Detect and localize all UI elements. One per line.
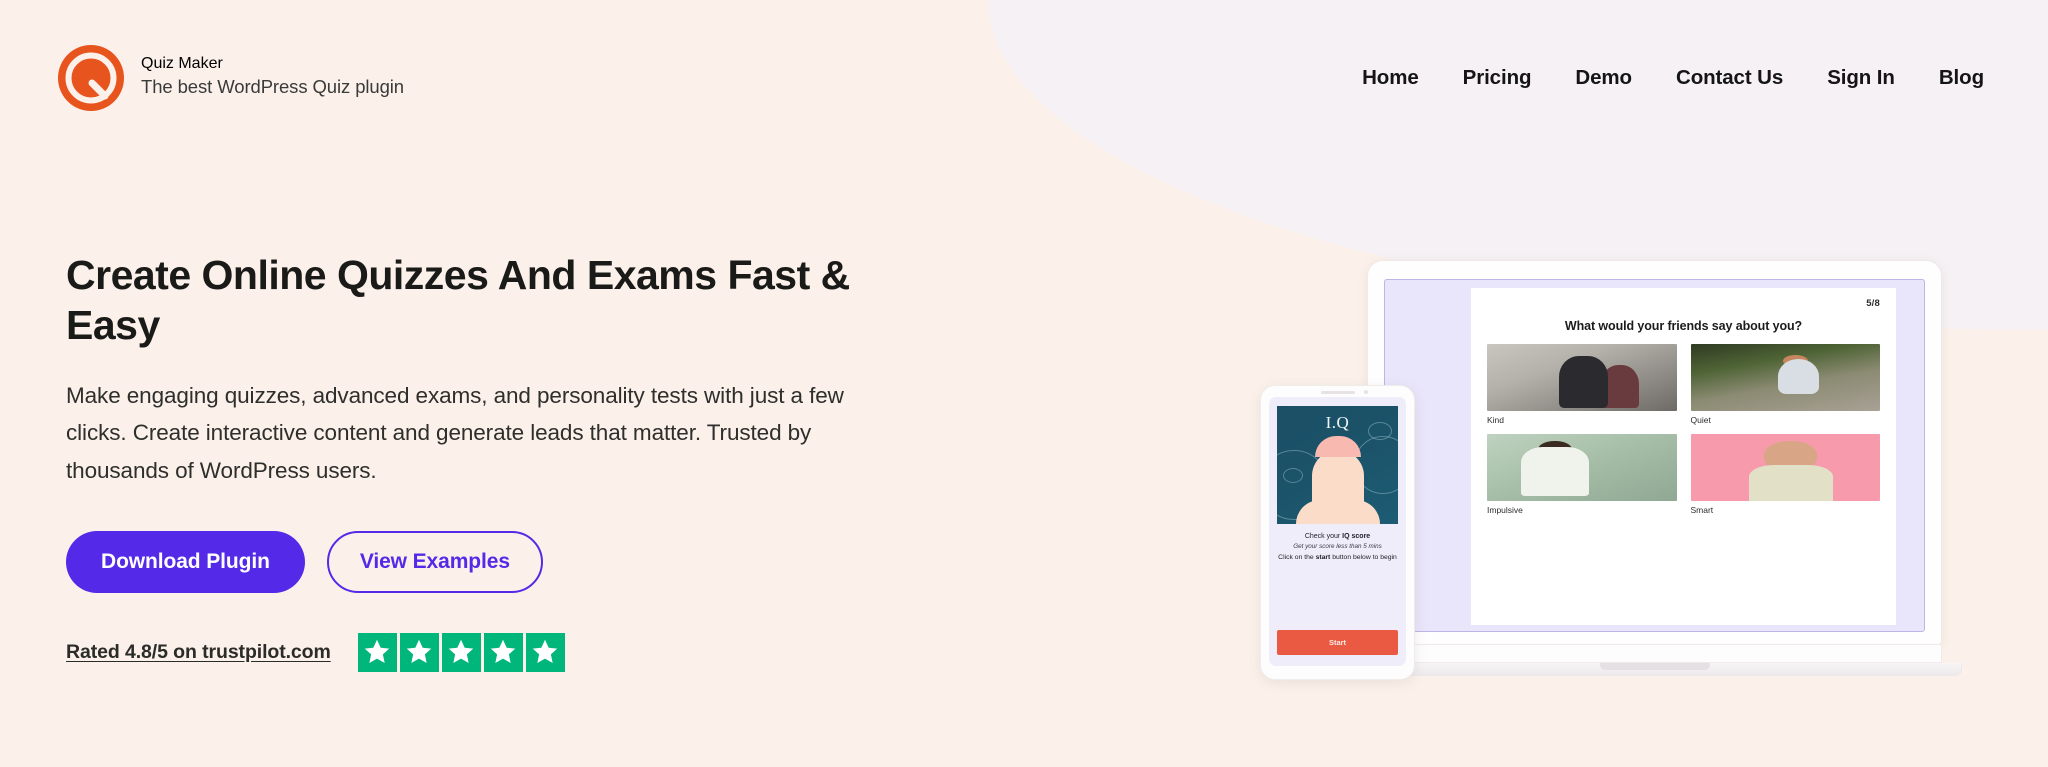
quiz-answer-option[interactable]: Quiet bbox=[1690, 344, 1880, 425]
nav-item-contact-us[interactable]: Contact Us bbox=[1654, 60, 1805, 96]
thumb-quiet-bench-photo bbox=[1690, 344, 1880, 411]
phone-screen: I.Q Check your IQ score Get your score l… bbox=[1269, 397, 1406, 666]
decorative-swirl bbox=[1283, 468, 1303, 483]
phone-mockup: I.Q Check your IQ score Get your score l… bbox=[1260, 385, 1415, 680]
quiz-preview-card: 5/8 What would your friends say about yo… bbox=[1471, 288, 1896, 625]
iq-brain-shape bbox=[1314, 436, 1361, 457]
decorative-swirl bbox=[1368, 422, 1392, 440]
view-examples-button[interactable]: View Examples bbox=[326, 530, 543, 593]
site-header: Quiz Maker The best WordPress Quiz plugi… bbox=[0, 0, 2048, 155]
phone-headline-prefix: Check your bbox=[1304, 533, 1343, 540]
star-icon bbox=[441, 632, 481, 672]
quiz-question-text: What would your friends say about you? bbox=[1564, 319, 1803, 333]
phone-instruction-suffix: button below to begin bbox=[1330, 553, 1397, 561]
hero-subtitle: Make engaging quizzes, advanced exams, a… bbox=[66, 382, 844, 483]
quiz-answer-option[interactable]: Impulsive bbox=[1487, 434, 1677, 515]
trustpilot-rating-row: Rated 4.8/5 on trustpilot.com bbox=[66, 632, 896, 672]
hero-content: Create Online Quizzes And Exams Fast & E… bbox=[66, 250, 896, 672]
star-icon bbox=[525, 632, 565, 672]
phone-instruction-bold: start bbox=[1315, 553, 1331, 561]
star-icon bbox=[357, 632, 397, 672]
laptop-mockup: 5/8 What would your friends say about yo… bbox=[1347, 260, 1962, 676]
laptop-lid: 5/8 What would your friends say about yo… bbox=[1367, 260, 1942, 645]
brand-title: Quiz Maker bbox=[141, 55, 223, 73]
quiz-answer-label: Smart bbox=[1690, 505, 1714, 515]
phone-start-button[interactable]: Start bbox=[1277, 630, 1398, 655]
quiz-answer-label: Impulsive bbox=[1487, 505, 1523, 515]
thumb-kind-street-photo bbox=[1487, 344, 1677, 411]
phone-instruction: Click on the start button below to begin bbox=[1277, 553, 1398, 563]
phone-camera-dot bbox=[1363, 390, 1368, 394]
nav-item-sign-in[interactable]: Sign In bbox=[1805, 60, 1917, 96]
star-icon bbox=[399, 632, 439, 672]
quiz-answer-option[interactable]: Smart bbox=[1690, 434, 1880, 515]
quiz-answer-grid: Kind Quiet Impulsive Smart bbox=[1487, 344, 1880, 515]
brand-logo-group[interactable]: Quiz Maker The best WordPress Quiz plugi… bbox=[58, 44, 404, 111]
quiz-answer-label: Quiet bbox=[1690, 415, 1711, 425]
page-title: Create Online Quizzes And Exams Fast & E… bbox=[66, 252, 850, 349]
laptop-trackpad-notch bbox=[1599, 663, 1710, 670]
star-icon bbox=[483, 632, 523, 672]
trustpilot-rating-link[interactable]: Rated 4.8/5 on trustpilot.com bbox=[66, 641, 331, 664]
phone-copy-block: Check your IQ score Get your score less … bbox=[1277, 533, 1398, 562]
nav-item-home[interactable]: Home bbox=[1340, 60, 1441, 96]
quiz-answer-label: Kind bbox=[1487, 415, 1505, 425]
thumb-smart-pink-portrait-photo bbox=[1690, 434, 1880, 501]
laptop-hinge bbox=[1367, 645, 1942, 663]
hero-cta-group: Download Plugin View Examples bbox=[66, 530, 896, 593]
phone-instruction-prefix: Click on the bbox=[1278, 553, 1316, 561]
phone-speaker-grille bbox=[1320, 391, 1355, 394]
nav-item-blog[interactable]: Blog bbox=[1917, 60, 1990, 96]
nav-item-demo[interactable]: Demo bbox=[1553, 60, 1654, 96]
thumb-impulsive-desk-photo bbox=[1487, 434, 1677, 501]
product-screenshot-mockups: 5/8 What would your friends say about yo… bbox=[1260, 245, 1980, 725]
quiz-maker-q-logo-icon bbox=[58, 44, 124, 111]
iq-head-shape bbox=[1311, 450, 1364, 524]
phone-headline-bold: IQ score bbox=[1342, 533, 1371, 540]
quiz-answer-option[interactable]: Kind bbox=[1487, 344, 1677, 425]
main-navigation: Home Pricing Demo Contact Us Sign In Blo… bbox=[1340, 60, 1990, 96]
download-plugin-button[interactable]: Download Plugin bbox=[66, 530, 305, 593]
quiz-progress-counter: 5/8 bbox=[1866, 298, 1880, 309]
laptop-screen: 5/8 What would your friends say about yo… bbox=[1384, 279, 1925, 632]
trustpilot-star-rating bbox=[357, 632, 565, 672]
brand-subtitle: The best WordPress Quiz plugin bbox=[141, 76, 404, 98]
laptop-base bbox=[1347, 663, 1962, 676]
phone-subline: Get your score less than 5 mins bbox=[1293, 542, 1382, 550]
brand-text-block: Quiz Maker The best WordPress Quiz plugi… bbox=[141, 55, 404, 100]
nav-item-pricing[interactable]: Pricing bbox=[1441, 60, 1554, 96]
phone-headline: Check your IQ score bbox=[1277, 533, 1398, 540]
iq-head-silhouette-illustration: I.Q bbox=[1277, 406, 1398, 524]
